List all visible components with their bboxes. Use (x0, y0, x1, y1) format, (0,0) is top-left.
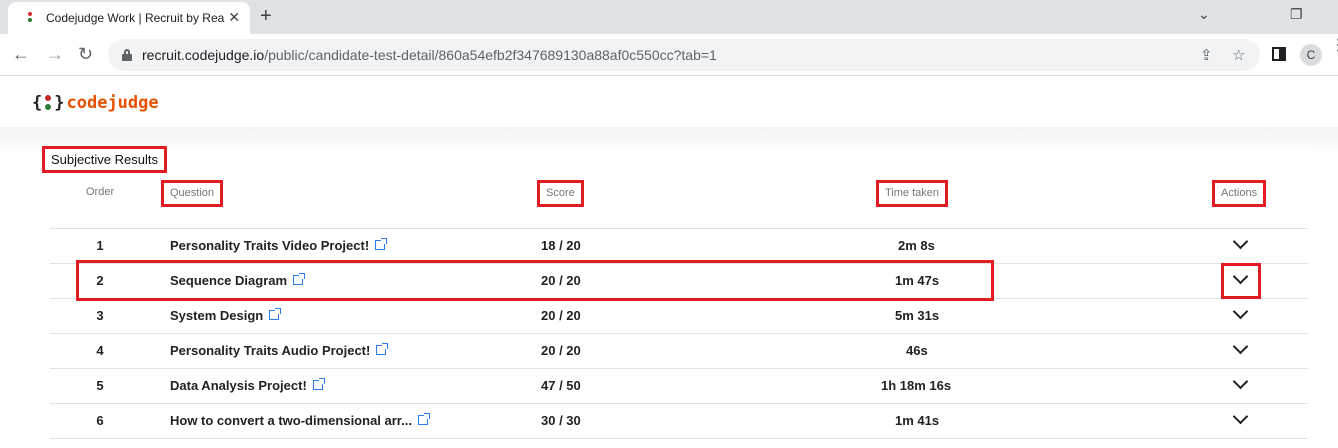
question-link[interactable]: How to convert a two-dimensional arr... (170, 413, 430, 428)
row-divider (50, 228, 1308, 229)
codejudge-favicon-icon (24, 12, 36, 24)
highlight-box-row-2 (76, 260, 994, 301)
row-time: 46s (906, 343, 928, 358)
row-order: 4 (96, 343, 104, 358)
row-divider (50, 333, 1308, 334)
row-divider (50, 368, 1308, 369)
reload-button[interactable]: ↻ (78, 44, 93, 64)
highlight-box-action-2 (1221, 263, 1261, 299)
close-tab-icon[interactable]: ✕ (228, 10, 240, 24)
header-actions: Actions (1212, 180, 1267, 207)
row-score: 18 / 20 (541, 238, 581, 253)
browser-tab-strip: Codejudge Work | Recruit by Rea ✕ + ⌄ ❐ (0, 0, 1338, 34)
row-score: 30 / 30 (541, 413, 581, 428)
codejudge-logo[interactable]: { } codejudge (32, 93, 159, 113)
url-host: recruit.codejudge.io (142, 47, 265, 63)
header-question: Question (161, 180, 224, 207)
external-link-icon[interactable] (269, 308, 282, 320)
share-icon[interactable]: ⇪ (1200, 46, 1213, 64)
row-score: 20 / 20 (541, 308, 581, 323)
question-link[interactable]: Data Analysis Project! (170, 378, 325, 393)
logo-left-brace: { (32, 93, 43, 113)
header-order: Order (86, 186, 115, 198)
question-link[interactable]: Personality Traits Audio Project! (170, 343, 389, 358)
bookmark-star-icon[interactable]: ☆ (1232, 46, 1245, 64)
external-link-icon[interactable] (376, 343, 389, 355)
question-title[interactable]: How to convert a two-dimensional arr... (170, 413, 412, 428)
row-order: 1 (96, 238, 104, 253)
question-link[interactable]: System Design (170, 308, 282, 323)
logo-right-brace: } (54, 93, 65, 113)
browser-tab[interactable]: Codejudge Work | Recruit by Rea ✕ (8, 2, 250, 34)
row-score: 47 / 50 (541, 378, 581, 393)
question-title[interactable]: Personality Traits Video Project! (170, 238, 369, 253)
row-time: 5m 31s (895, 308, 940, 323)
logo-text: codejudge (66, 93, 159, 113)
question-title[interactable]: Personality Traits Audio Project! (170, 343, 370, 358)
site-header: { } codejudge (0, 77, 1338, 127)
external-link-icon[interactable] (312, 378, 325, 390)
tab-search-icon[interactable]: ⌄ (1198, 6, 1210, 23)
header-time-taken: Time taken (876, 180, 949, 207)
row-time: 1m 41s (895, 413, 940, 428)
row-score: 20 / 20 (541, 343, 581, 358)
row-order: 6 (96, 413, 104, 428)
back-button[interactable]: ← (12, 44, 30, 64)
browser-toolbar: ← → ↻ recruit.codejudge.io/public/candid… (0, 34, 1338, 76)
external-link-icon[interactable] (375, 238, 388, 250)
restore-window-icon[interactable]: ❐ (1290, 6, 1303, 23)
profile-avatar[interactable]: C (1300, 44, 1322, 66)
question-title[interactable]: Data Analysis Project! (170, 378, 307, 393)
side-panel-icon[interactable] (1272, 47, 1286, 61)
address-bar[interactable]: recruit.codejudge.io/public/candidate-te… (108, 39, 1260, 71)
question-link[interactable]: Personality Traits Video Project! (170, 238, 388, 253)
row-order: 5 (96, 378, 104, 393)
question-title[interactable]: System Design (170, 308, 263, 323)
new-tab-button[interactable]: + (260, 6, 272, 26)
tab-title: Codejudge Work | Recruit by Rea (46, 11, 225, 25)
row-time: 2m 8s (898, 238, 935, 253)
lock-icon[interactable] (122, 49, 132, 61)
url-path: /public/candidate-test-detail/860a54efb2… (264, 47, 717, 63)
row-divider (50, 438, 1308, 439)
section-title: Subjective Results (42, 146, 167, 173)
forward-button[interactable]: → (46, 44, 64, 64)
logo-dots-icon (44, 94, 52, 112)
external-link-icon[interactable] (418, 413, 430, 425)
row-order: 3 (96, 308, 104, 323)
row-time: 1h 18m 16s (881, 378, 952, 393)
row-divider (50, 403, 1308, 404)
header-score: Score (537, 180, 584, 207)
browser-menu-icon[interactable]: ⋮ (1330, 38, 1338, 54)
